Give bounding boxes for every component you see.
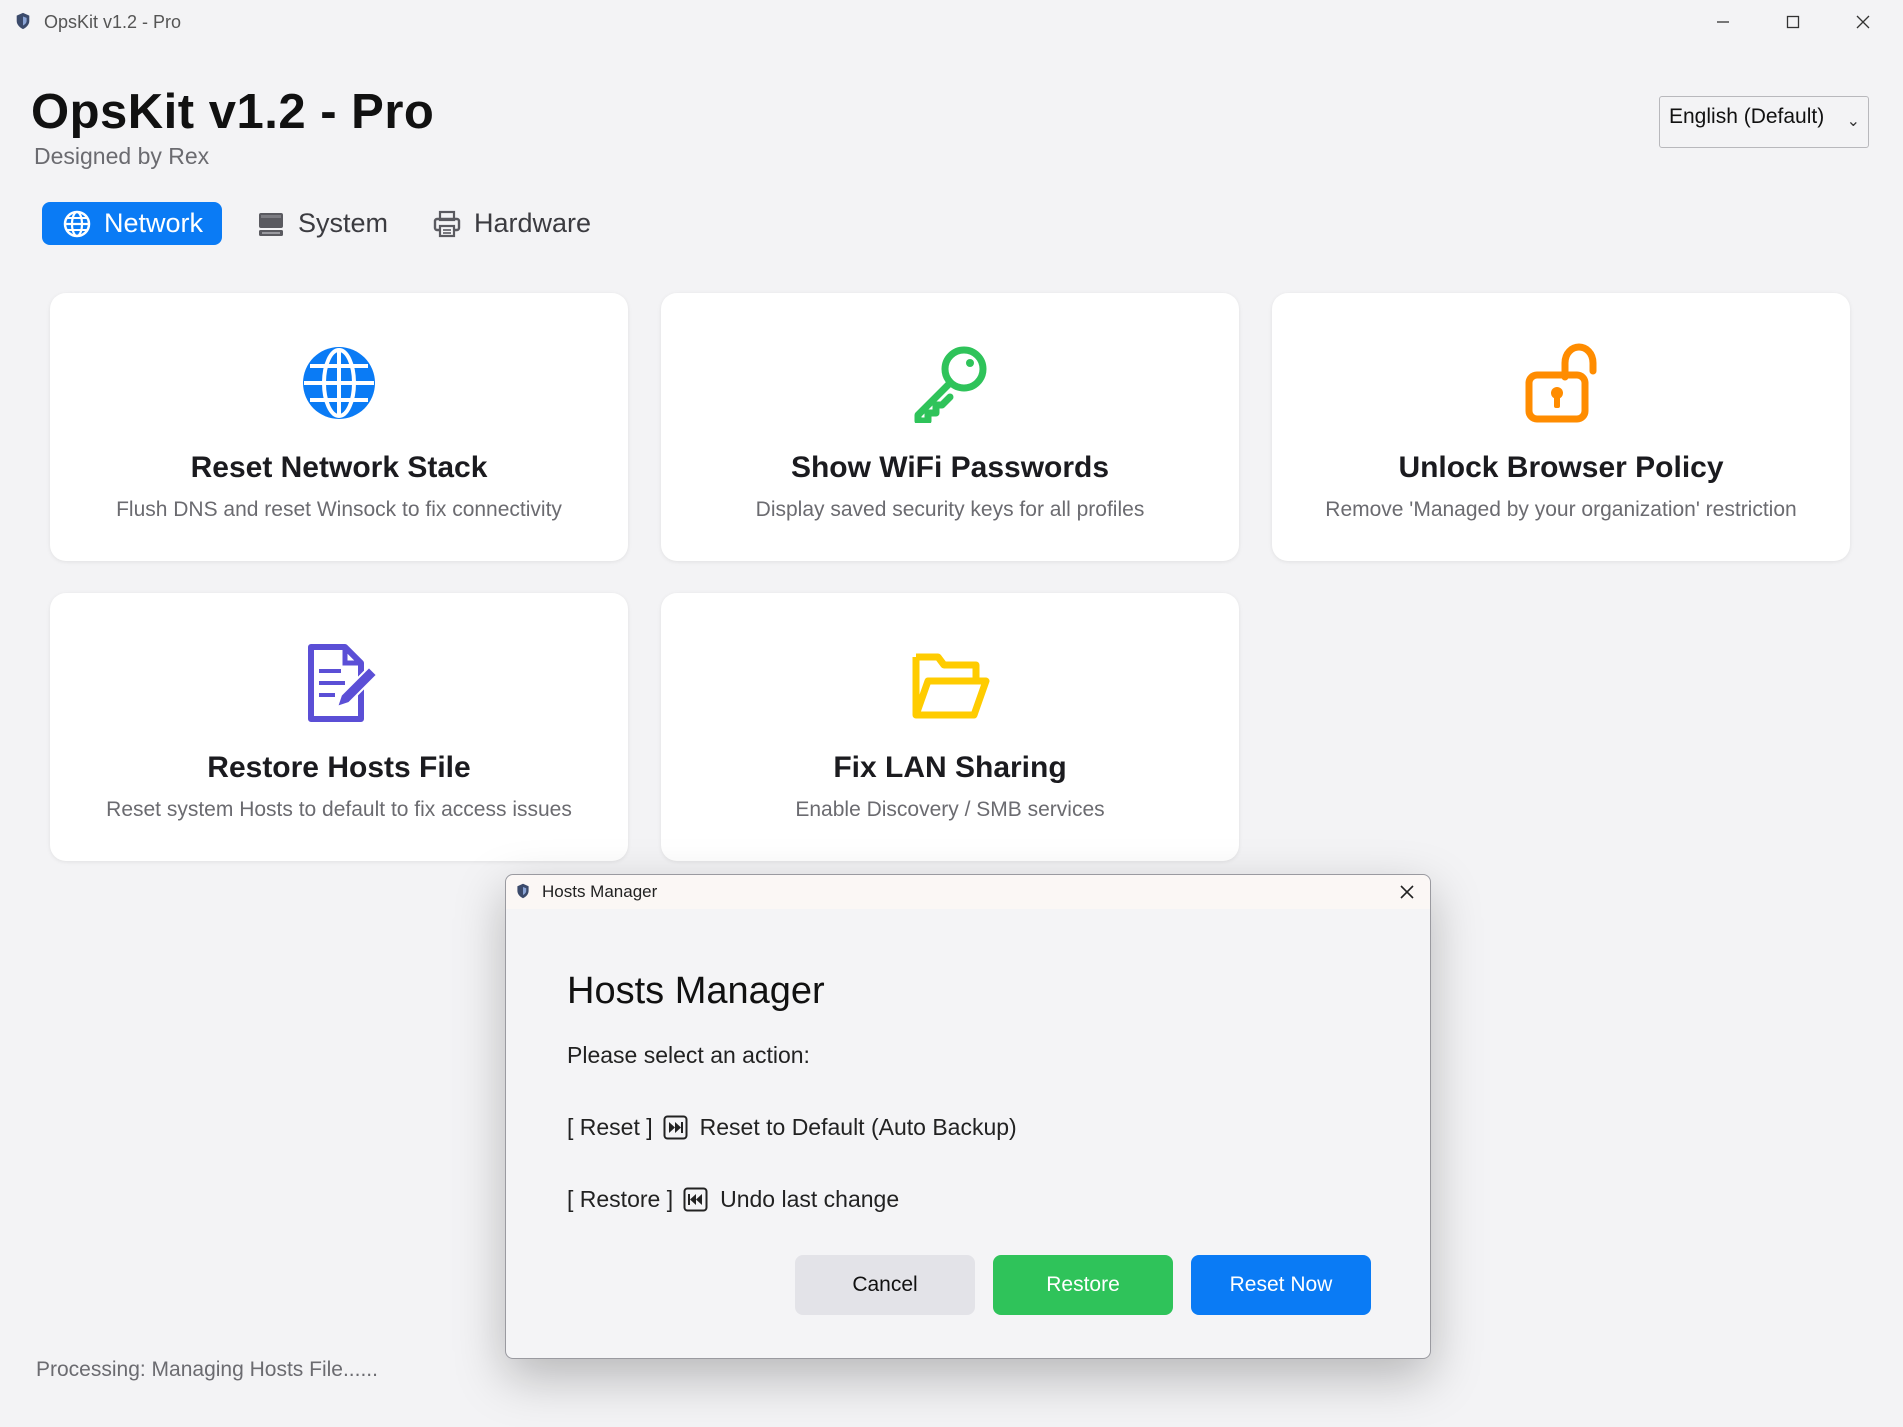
maximize-icon [1786,15,1800,28]
tab-system[interactable]: System [256,202,388,245]
option-reset: [ Reset ] Reset to Default (Auto Backup) [567,1114,1017,1141]
card-description: Enable Discovery / SMB services [795,798,1105,821]
folder-icon [912,653,990,719]
key-icon [914,346,987,423]
option-reset-text: Reset to Default (Auto Backup) [699,1114,1017,1140]
chevron-down-icon: ⌄ [1846,113,1860,130]
window-title: OpsKit v1.2 - Pro [44,12,182,32]
card-unlock-browser-policy[interactable]: Unlock Browser Policy Remove 'Managed by… [1272,293,1850,561]
tab-hardware-label: Hardware [474,208,592,238]
cancel-button[interactable]: Cancel [795,1255,975,1315]
card-title: Fix LAN Sharing [833,751,1067,784]
computer-icon [259,212,283,236]
option-restore-text: Undo last change [720,1186,900,1212]
card-description: Flush DNS and reset Winsock to fix conne… [116,498,562,521]
card-title: Show WiFi Passwords [790,451,1110,484]
minimize-icon [1717,20,1729,23]
tab-network[interactable]: Network [42,202,222,245]
card-description: Remove 'Managed by your organization' re… [1325,498,1797,521]
card-show-wifi-passwords[interactable]: Show WiFi Passwords Display saved securi… [661,293,1239,561]
shield-icon [16,12,30,30]
option-restore-tag: [ Restore ] [567,1186,674,1212]
card-title: Restore Hosts File [207,751,471,784]
card-title: Reset Network Stack [190,451,488,484]
dialog-heading: Hosts Manager [567,970,825,1012]
tab-system-label: System [298,208,389,238]
card-description: Display saved security keys for all prof… [755,498,1145,521]
fast-forward-icon [663,1115,688,1140]
close-button[interactable] [1828,0,1898,43]
card-fix-lan-sharing[interactable]: Fix LAN Sharing Enable Discovery / SMB s… [661,593,1239,861]
rewind-icon [683,1187,708,1212]
reset-now-button[interactable]: Reset Now [1191,1255,1371,1315]
language-select[interactable]: English (Default) ⌄ [1659,96,1869,148]
shield-icon [517,883,529,899]
close-icon [1856,15,1870,28]
app-title: OpsKit v1.2 - Pro [31,85,435,139]
card-description: Reset system Hosts to default to fix acc… [106,798,572,821]
language-select-value: English (Default) [1669,105,1825,128]
card-reset-network-stack[interactable]: Reset Network Stack Flush DNS and reset … [50,293,628,561]
dialog-window-title: Hosts Manager [542,882,658,901]
unlock-icon [1525,343,1597,423]
dialog-titlebar: Hosts Manager [506,875,1430,909]
tab-hardware[interactable]: Hardware [432,202,591,245]
card-title: Unlock Browser Policy [1398,451,1724,484]
dialog-prompt: Please select an action: [567,1042,810,1068]
restore-button[interactable]: Restore [993,1255,1173,1315]
status-text: Processing: Managing Hosts File...... [36,1358,378,1381]
hosts-manager-dialog: Hosts Manager Hosts Manager Please selec… [505,874,1431,1359]
option-reset-tag: [ Reset ] [567,1114,653,1140]
maximize-button[interactable] [1758,0,1828,43]
tab-network-label: Network [104,208,204,238]
document-edit-icon [308,644,379,722]
app-subtitle: Designed by Rex [34,143,210,169]
card-restore-hosts-file[interactable]: Restore Hosts File Reset system Hosts to… [50,593,628,861]
globe-icon [63,210,91,237]
window-titlebar: OpsKit v1.2 - Pro [0,0,1903,43]
option-restore: [ Restore ] Undo last change [567,1186,899,1213]
dialog-close-button[interactable] [1392,879,1422,905]
globe-icon [303,347,375,419]
minimize-button[interactable] [1688,0,1758,43]
printer-icon [433,210,461,237]
close-icon [1400,885,1414,899]
